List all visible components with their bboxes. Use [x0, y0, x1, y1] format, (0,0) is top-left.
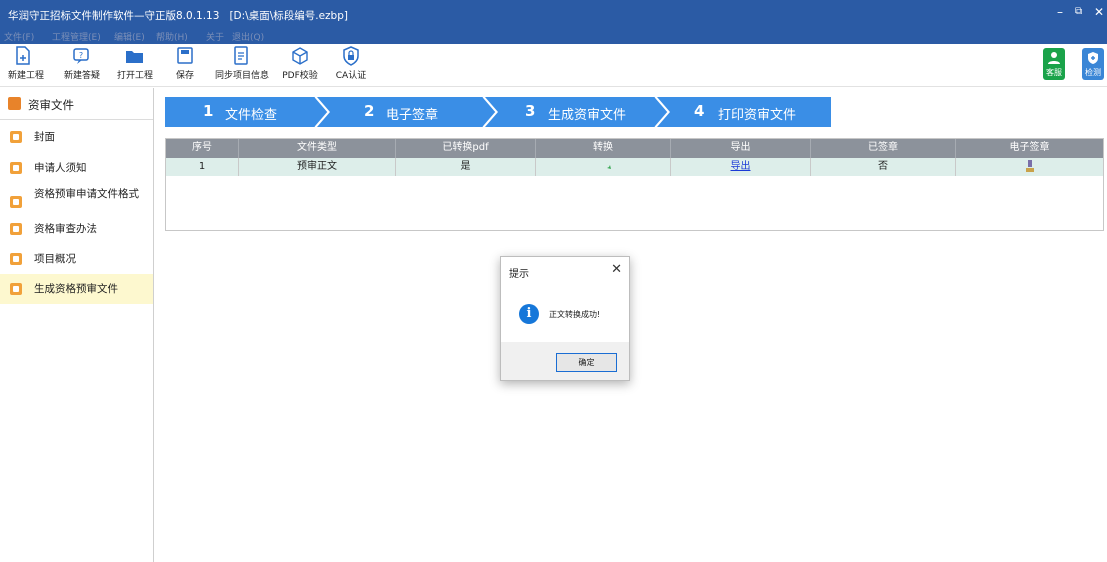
message-dialog: 提示 ✕ i 正文转换成功! 确定	[500, 256, 630, 381]
info-icon: i	[519, 304, 539, 324]
svg-text:?: ?	[79, 51, 83, 60]
sidebar-item-cover[interactable]: 封面	[0, 125, 153, 151]
convert-cell	[536, 158, 671, 176]
page-icon	[10, 283, 22, 295]
column-header: 转换	[536, 139, 671, 158]
export-link[interactable]: 导出	[731, 161, 751, 172]
new-file-icon	[16, 46, 30, 65]
new-project-button[interactable]: 新建工程	[8, 46, 44, 84]
close-icon[interactable]: ✕	[611, 262, 622, 277]
sidebar-item-generate-prequal[interactable]: 生成资格预审文件	[0, 274, 153, 304]
user-icon	[1048, 52, 1060, 64]
table-row[interactable]: 1 预审正文 是 导出 否	[166, 158, 1103, 176]
menu-project[interactable]: 工程管理(E)	[52, 30, 101, 43]
detect-button[interactable]: 检测	[1082, 48, 1104, 80]
menu-help[interactable]: 帮助(H)	[156, 30, 188, 43]
file-table: 序号 文件类型 已转换pdf 转换 导出 已签章 电子签章 1 预审正文 是 导…	[165, 138, 1104, 231]
menu-file[interactable]: 文件(F)	[4, 30, 34, 43]
save-icon	[177, 47, 193, 64]
document-list-icon	[234, 46, 248, 65]
restore-button[interactable]: ⧉	[1075, 6, 1082, 17]
chat-icon: ?	[73, 48, 89, 64]
column-header: 已签章	[811, 139, 956, 158]
menu-bar: 文件(F) 工程管理(E) 编辑(E) 帮助(H) 关于 退出(Q)	[0, 29, 1107, 44]
dialog-title: 提示	[509, 269, 529, 280]
menu-exit[interactable]: 退出(Q)	[232, 30, 264, 43]
close-window-button[interactable]: ✕	[1094, 5, 1104, 19]
cell-file-type: 预审正文	[239, 158, 396, 176]
menu-about[interactable]: 关于	[206, 30, 224, 43]
cell-signed: 否	[811, 158, 956, 176]
dialog-header: 提示 ✕	[501, 257, 629, 284]
column-header: 文件类型	[239, 139, 396, 158]
window-title: 华润守正招标文件制作软件—守正版8.0.1.13 [D:\桌面\标段编号.ezb…	[8, 10, 348, 22]
minimize-button[interactable]: –	[1057, 5, 1063, 19]
sidebar-item-review-method[interactable]: 资格审查办法	[0, 216, 153, 242]
open-project-button[interactable]: 打开工程	[115, 46, 155, 84]
ok-button[interactable]: 确定	[556, 353, 617, 372]
sidebar-header: 资审文件	[0, 88, 153, 120]
shield-check-icon	[1088, 52, 1098, 64]
sidebar: 资审文件 封面 申请人须知 资格预审申请文件格式 资格审查办法 项目概况 生成资…	[0, 88, 154, 562]
page-icon	[10, 162, 22, 174]
stamp-icon[interactable]	[1025, 160, 1034, 173]
page-icon	[10, 196, 22, 208]
sidebar-item-applicant-notice[interactable]: 申请人须知	[0, 155, 153, 181]
sidebar-item-application-format[interactable]: 资格预审申请文件格式	[0, 184, 153, 216]
cube-icon	[292, 47, 308, 65]
toolbar: 新建工程 ? 新建答疑 打开工程 保存 同步项目信息 PDF校验 CA认证 客服…	[0, 44, 1107, 87]
menu-edit[interactable]: 编辑(E)	[114, 30, 145, 43]
sidebar-item-project-overview[interactable]: 项目概况	[0, 246, 153, 272]
document-folder-icon	[8, 97, 21, 110]
column-header: 已转换pdf	[396, 139, 536, 158]
column-header: 电子签章	[1009, 142, 1050, 153]
page-icon	[10, 223, 22, 235]
sync-info-button[interactable]: 同步项目信息	[215, 46, 269, 84]
cell-converted: 是	[396, 158, 536, 176]
cell-index: 1	[166, 158, 239, 176]
dialog-message: 正文转换成功!	[549, 310, 601, 319]
folder-icon	[126, 51, 143, 63]
dialog-footer: 确定	[501, 342, 629, 380]
column-header: 导出	[671, 139, 811, 158]
title-bar: 华润守正招标文件制作软件—守正版8.0.1.13 [D:\桌面\标段编号.ezb…	[0, 0, 1107, 29]
sign-cell	[956, 158, 1103, 176]
page-icon	[10, 131, 22, 143]
pdf-check-button[interactable]: PDF校验	[281, 46, 319, 84]
service-button[interactable]: 客服	[1043, 48, 1065, 80]
convert-icon[interactable]	[594, 162, 612, 172]
step-progress-bar: 1 文件检查 2 电子签章 3 生成资审文件 4 打印资审文件	[165, 97, 831, 127]
page-icon	[10, 253, 22, 265]
export-cell: 导出	[671, 158, 811, 176]
new-answer-button[interactable]: ? 新建答疑	[62, 46, 102, 84]
ca-auth-button[interactable]: CA认证	[334, 46, 368, 84]
save-button[interactable]: 保存	[174, 46, 196, 84]
lock-shield-icon	[343, 46, 359, 66]
column-header: 序号	[166, 139, 239, 158]
dialog-body: i 正文转换成功!	[501, 284, 629, 342]
table-header: 序号 文件类型 已转换pdf 转换 导出 已签章 电子签章	[166, 139, 1103, 158]
